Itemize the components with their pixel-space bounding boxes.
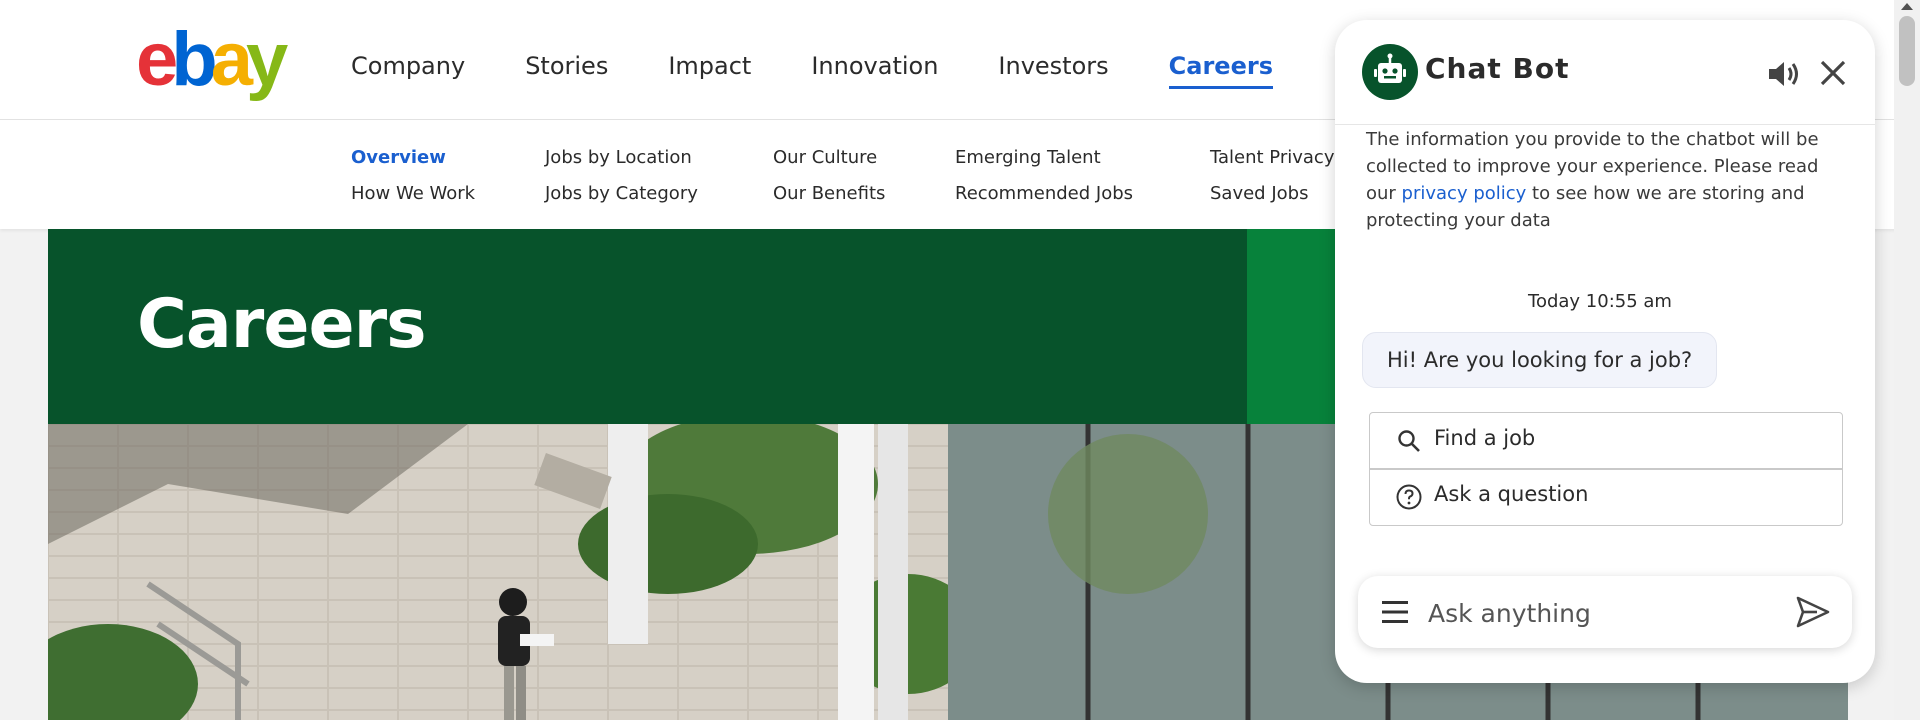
menu-icon[interactable] [1380, 599, 1410, 625]
chat-input-bar [1358, 576, 1852, 648]
subnav-our-culture[interactable]: Our Culture [773, 145, 885, 181]
main-nav: Company Stories Impact Innovation Invest… [351, 52, 1333, 89]
subnav-column: Our Culture Our Benefits [773, 145, 885, 217]
question-circle-icon [1396, 484, 1422, 510]
send-icon[interactable] [1795, 595, 1831, 629]
chatbot-header: Chat Bot [1335, 20, 1875, 125]
subnav-column: Overview How We Work [351, 145, 475, 217]
option-label: Ask a question [1434, 482, 1589, 506]
page-scrollbar[interactable] [1894, 0, 1920, 720]
option-find-a-job[interactable]: Find a job [1370, 413, 1842, 470]
search-icon [1398, 430, 1420, 452]
privacy-policy-link[interactable]: privacy policy [1402, 183, 1527, 204]
nav-investors[interactable]: Investors [998, 52, 1108, 89]
nav-stories[interactable]: Stories [525, 52, 608, 89]
logo-letter-y: y [246, 17, 288, 102]
chat-message-input[interactable] [1426, 590, 1770, 636]
logo-letter-a: a [210, 17, 253, 102]
robot-icon [1374, 53, 1406, 83]
page-title: Careers [137, 285, 427, 364]
scroll-up-arrow-icon[interactable] [1901, 3, 1913, 10]
subnav-how-we-work[interactable]: How We Work [351, 181, 475, 217]
nav-innovation[interactable]: Innovation [811, 52, 938, 89]
speaker-icon[interactable] [1765, 56, 1801, 92]
subnav-our-benefits[interactable]: Our Benefits [773, 181, 885, 217]
subnav-column: Talent Privacy N Saved Jobs [1210, 145, 1354, 217]
option-ask-a-question[interactable]: Ask a question [1370, 469, 1842, 524]
close-icon[interactable] [1818, 58, 1848, 88]
nav-company[interactable]: Company [351, 52, 465, 89]
subnav-jobs-by-category[interactable]: Jobs by Category [545, 181, 698, 217]
nav-careers[interactable]: Careers [1168, 52, 1273, 89]
subnav-emerging-talent[interactable]: Emerging Talent [955, 145, 1133, 181]
chatbot-panel: Chat Bot The information you provide to … [1335, 20, 1875, 683]
chatbot-title: Chat Bot [1425, 52, 1570, 85]
message-timestamp: Today 10:55 am [1528, 291, 1672, 312]
subnav-talent-privacy[interactable]: Talent Privacy N [1210, 145, 1354, 181]
quick-reply-options: Find a job Ask a question [1369, 412, 1843, 526]
subnav-jobs-by-location[interactable]: Jobs by Location [545, 145, 698, 181]
bot-message-bubble: Hi! Are you looking for a job? [1362, 332, 1718, 388]
subnav-column: Jobs by Location Jobs by Category [545, 145, 698, 217]
nav-impact[interactable]: Impact [668, 52, 751, 89]
scroll-thumb[interactable] [1899, 16, 1915, 86]
subnav-saved-jobs[interactable]: Saved Jobs [1210, 181, 1354, 217]
bot-avatar [1362, 44, 1418, 100]
subnav-recommended-jobs[interactable]: Recommended Jobs [955, 181, 1133, 217]
subnav-column: Emerging Talent Recommended Jobs [955, 145, 1133, 217]
ebay-logo[interactable]: ebay [136, 17, 288, 102]
logo-letter-e: e [136, 17, 178, 102]
privacy-disclaimer: The information you provide to the chatb… [1366, 126, 1836, 234]
subnav-overview[interactable]: Overview [351, 145, 475, 181]
option-label: Find a job [1434, 426, 1536, 450]
logo-letter-b: b [171, 17, 218, 102]
